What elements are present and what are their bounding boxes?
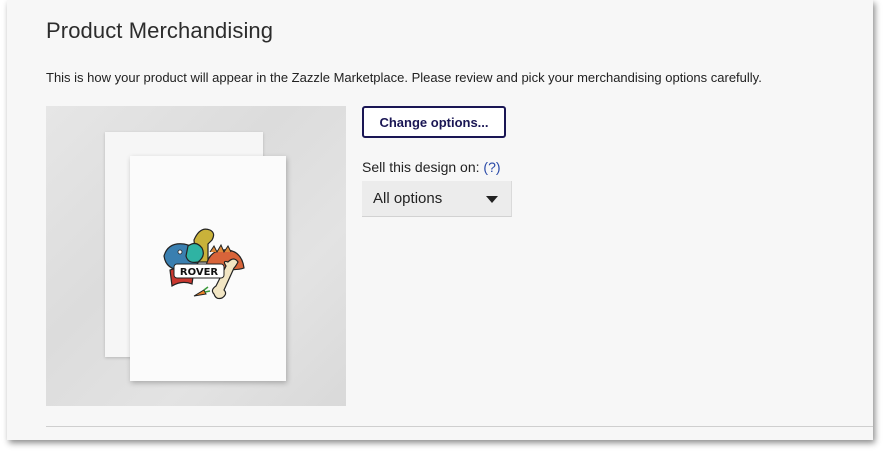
sell-design-label: Sell this design on:	[362, 159, 480, 175]
dinosaur-artwork: ROVER	[163, 228, 245, 300]
section-title: Product Merchandising	[46, 18, 274, 43]
sell-design-select[interactable]: All options	[362, 181, 512, 217]
section-divider	[46, 426, 873, 427]
card-name-text: ROVER	[180, 267, 219, 278]
help-link[interactable]: (?)	[483, 159, 500, 175]
caret-down-icon	[486, 196, 498, 203]
section-description: This is how your product will appear in …	[46, 70, 762, 85]
product-preview-image: ROVER	[46, 106, 346, 406]
sell-design-label-row: Sell this design on: (?)	[362, 159, 501, 175]
selected-option-value: All options	[373, 190, 443, 207]
product-merchandising-panel: Product Merchandising This is how your p…	[7, 0, 873, 440]
change-options-button[interactable]: Change options...	[362, 106, 506, 138]
greeting-card: ROVER	[130, 156, 286, 381]
